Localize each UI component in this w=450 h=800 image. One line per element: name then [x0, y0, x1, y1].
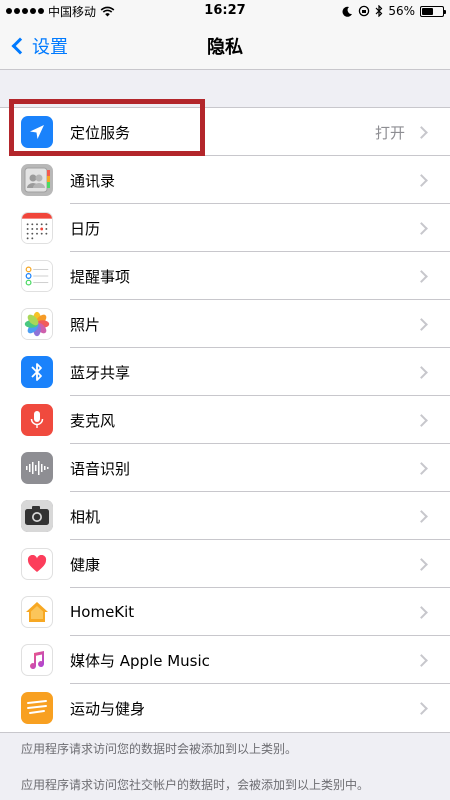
- speech-waveform-icon: [21, 452, 53, 484]
- privacy-row-10[interactable]: HomeKit: [0, 588, 450, 636]
- privacy-row-11[interactable]: 媒体与 Apple Music: [0, 636, 450, 684]
- chevron-right-icon: [415, 653, 428, 667]
- chevron-right-icon: [415, 125, 428, 139]
- privacy-row-7[interactable]: 语音识别: [0, 444, 450, 492]
- back-button[interactable]: 设置: [0, 33, 68, 59]
- back-button-label: 设置: [32, 36, 68, 58]
- chevron-right-icon: [415, 365, 428, 379]
- chevron-right-icon: [415, 317, 428, 331]
- chevron-right-icon: [415, 701, 428, 715]
- calendar-icon: [21, 212, 53, 244]
- status-left: 中国移动: [6, 3, 115, 20]
- chevron-right-icon: [415, 461, 428, 475]
- homekit-house-icon: [21, 596, 53, 628]
- privacy-row-label: 定位服务: [70, 123, 131, 142]
- privacy-row-1[interactable]: 通讯录: [0, 156, 450, 204]
- privacy-row-label: 运动与健身: [70, 699, 146, 718]
- privacy-row-9[interactable]: 健康: [0, 540, 450, 588]
- chevron-right-icon: [415, 605, 428, 619]
- chevron-right-icon: [415, 509, 428, 523]
- privacy-row-value: 打开: [374, 123, 405, 142]
- wifi-icon: [100, 6, 115, 16]
- privacy-row-label: 通讯录: [70, 171, 116, 190]
- battery-percentage: 56%: [388, 4, 415, 18]
- privacy-row-label: 日历: [70, 219, 101, 238]
- privacy-row-5[interactable]: 蓝牙共享: [0, 348, 450, 396]
- privacy-row-label: 相机: [70, 507, 101, 526]
- status-right: 56%: [342, 4, 446, 18]
- footnote-social-access: 应用程序请求访问您社交帐户的数据时，会被添加到以上类别中。: [21, 778, 370, 792]
- signal-strength-icon: [6, 8, 44, 14]
- chevron-right-icon: [415, 221, 428, 235]
- chevron-right-icon: [415, 413, 428, 427]
- chevron-right-icon: [415, 269, 428, 283]
- status-bar: 中国移动 16:27 56%: [0, 0, 450, 22]
- privacy-row-label: 蓝牙共享: [70, 363, 131, 382]
- privacy-row-12[interactable]: 运动与健身: [0, 684, 450, 732]
- back-chevron-icon: [11, 37, 29, 54]
- battery-icon: [420, 5, 446, 17]
- microphone-icon: [21, 404, 53, 436]
- contacts-icon: [21, 164, 53, 196]
- rotation-lock-icon: [359, 5, 370, 17]
- privacy-row-3[interactable]: 提醒事项: [0, 252, 450, 300]
- privacy-row-label: 语音识别: [70, 459, 131, 478]
- health-heart-icon: [21, 548, 53, 580]
- carrier-name: 中国移动: [48, 4, 97, 19]
- privacy-row-0[interactable]: 定位服务 打开: [0, 108, 450, 156]
- privacy-row-label: 提醒事项: [70, 267, 131, 286]
- privacy-row-label: HomeKit: [70, 603, 135, 621]
- privacy-row-6[interactable]: 麦克风: [0, 396, 450, 444]
- location-arrow-icon: [21, 116, 53, 148]
- chevron-right-icon: [415, 557, 428, 571]
- privacy-row-label: 照片: [70, 315, 101, 334]
- reminders-icon: [21, 260, 53, 292]
- privacy-row-2[interactable]: 日历: [0, 204, 450, 252]
- privacy-row-8[interactable]: 相机: [0, 492, 450, 540]
- photos-icon: [21, 308, 53, 340]
- music-note-icon: [21, 644, 53, 676]
- footnote-data-access: 应用程序请求访问您的数据时会被添加到以上类别。: [21, 742, 298, 756]
- navigation-bar: 设置 隐私: [0, 22, 450, 70]
- chevron-right-icon: [415, 173, 428, 187]
- battery-level-fill: [422, 7, 434, 15]
- privacy-row-label: 麦克风: [70, 411, 116, 430]
- motion-fitness-icon: [21, 692, 53, 724]
- camera-icon: [21, 500, 53, 532]
- privacy-list: 定位服务 打开通讯录日历提醒事项照片蓝牙共享麦克风语音识别相机健康 HomeKit 媒…: [0, 107, 450, 733]
- privacy-row-4[interactable]: 照片: [0, 300, 450, 348]
- privacy-row-label: 媒体与 Apple Music: [70, 651, 210, 670]
- privacy-row-label: 健康: [70, 555, 101, 574]
- do-not-disturb-moon-icon: [342, 6, 353, 17]
- bluetooth-status-icon: [375, 5, 383, 17]
- bluetooth-icon: [21, 356, 53, 388]
